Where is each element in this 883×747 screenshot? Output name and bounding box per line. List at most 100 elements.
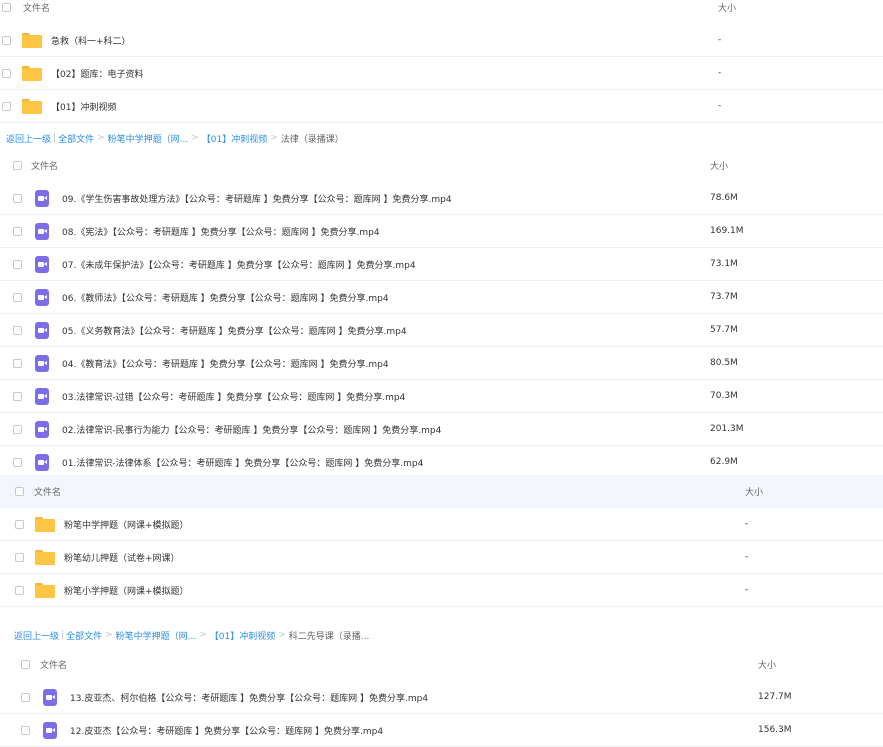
file-name[interactable]: 12.皮亚杰【公众号：考研题库 】免费分享【公众号：题库网 】免费分享.mp4	[70, 724, 758, 737]
breadcrumb: 返回上一级 | 全部文件 > 粉笔中学押题（网... > 【01】冲刺视频 > …	[0, 620, 883, 650]
list-item[interactable]: 02.法律常识-民事行为能力【公众号：考研题库 】免费分享【公众号：题库网 】免…	[0, 413, 883, 446]
file-size: 80.5M	[710, 358, 738, 368]
video-file-icon	[43, 721, 57, 739]
file-name[interactable]: 05.《义务教育法》【公众号：考研题库 】免费分享【公众号：题库网 】免费分享.…	[62, 324, 710, 337]
column-size-header[interactable]: 大小	[718, 1, 883, 14]
crumb-separator: >	[97, 133, 105, 143]
file-name[interactable]: 【02】题库：电子资料	[51, 67, 718, 80]
row-checkbox[interactable]	[2, 35, 11, 45]
file-name[interactable]: 09.《学生伤害事故处理方法》【公众号：考研题库 】免费分享【公众号：题库网 】…	[62, 192, 710, 205]
file-size: 73.7M	[710, 292, 738, 302]
column-size-header[interactable]: 大小	[745, 485, 883, 498]
crumb-separator: >	[270, 133, 278, 143]
file-size: 78.6M	[710, 193, 738, 203]
list-item[interactable]: 粉笔幼儿押题（试卷+网课） -	[0, 541, 883, 574]
list-item[interactable]: 【01】冲刺视频 -	[0, 90, 883, 123]
file-name[interactable]: 04.《教育法》【公众号：考研题库 】免费分享【公众号：题库网 】免费分享.mp…	[62, 357, 710, 370]
list-item[interactable]: 05.《义务教育法》【公众号：考研题库 】免费分享【公众号：题库网 】免费分享.…	[0, 314, 883, 347]
file-name[interactable]: 08.《宪法》【公众号：考研题库 】免费分享【公众号：题库网 】免费分享.mp4	[62, 225, 710, 238]
folder-icon	[22, 65, 42, 81]
column-name-header[interactable]: 文件名	[34, 485, 745, 498]
list-item[interactable]: 12.皮亚杰【公众号：考研题库 】免费分享【公众号：题库网 】免费分享.mp4 1…	[0, 714, 883, 747]
select-all-checkbox[interactable]	[15, 487, 24, 496]
list-item[interactable]: 13.皮亚杰、柯尔伯格【公众号：考研题库 】免费分享【公众号：题库网 】免费分享…	[0, 681, 883, 714]
file-size: -	[718, 68, 722, 78]
crumb-folder-link[interactable]: 【01】冲刺视频	[202, 132, 267, 145]
row-checkbox[interactable]	[13, 358, 22, 368]
list-header: 文件名 大小	[0, 475, 883, 508]
back-link[interactable]: 返回上一级	[14, 629, 59, 642]
file-name[interactable]: 02.法律常识-民事行为能力【公众号：考研题库 】免费分享【公众号：题库网 】免…	[62, 423, 710, 436]
video-file-icon	[35, 288, 49, 306]
list-item[interactable]: 【02】题库：电子资料 -	[0, 57, 883, 90]
list-item[interactable]: 04.《教育法》【公众号：考研题库 】免费分享【公众号：题库网 】免费分享.mp…	[0, 347, 883, 380]
crumb-separator: >	[199, 630, 207, 640]
file-size: -	[745, 552, 749, 562]
row-checkbox[interactable]	[13, 292, 22, 302]
column-size-header[interactable]: 大小	[758, 658, 883, 671]
all-files-link[interactable]: 全部文件	[58, 132, 94, 145]
row-checkbox[interactable]	[13, 391, 22, 401]
column-name-header[interactable]: 文件名	[23, 1, 718, 14]
file-name[interactable]: 06.《教师法》【公众号：考研题库 】免费分享【公众号：题库网 】免费分享.mp…	[62, 291, 710, 304]
row-checkbox[interactable]	[13, 325, 22, 335]
file-list-panel-4: 文件名 大小 13.皮亚杰、柯尔伯格【公众号：考研题库 】免费分享【公众号：题库…	[0, 648, 883, 747]
file-list-panel-3: 文件名 大小 粉笔中学押题（网课+模拟题） - 粉笔幼儿押题（试卷+网课） - …	[0, 475, 883, 607]
select-all-checkbox[interactable]	[21, 660, 30, 669]
video-file-icon	[35, 222, 49, 240]
file-size: 201.3M	[710, 424, 744, 434]
file-name[interactable]: 13.皮亚杰、柯尔伯格【公众号：考研题库 】免费分享【公众号：题库网 】免费分享…	[70, 691, 758, 704]
list-item[interactable]: 粉笔中学押题（网课+模拟题） -	[0, 508, 883, 541]
file-name[interactable]: 急救（科一+科二）	[51, 34, 718, 47]
all-files-link[interactable]: 全部文件	[66, 629, 102, 642]
row-checkbox[interactable]	[13, 193, 22, 203]
folder-name[interactable]: 粉笔幼儿押题（试卷+网课）	[64, 551, 745, 564]
file-name[interactable]: 【01】冲刺视频	[51, 100, 718, 113]
crumb-folder-link[interactable]: 粉笔中学押题（网...	[108, 132, 189, 145]
row-checkbox[interactable]	[15, 552, 24, 562]
folder-name[interactable]: 粉笔中学押题（网课+模拟题）	[64, 518, 745, 531]
file-name[interactable]: 03.法律常识-过错【公众号：考研题库 】免费分享【公众号：题库网 】免费分享.…	[62, 390, 710, 403]
list-item[interactable]: 09.《学生伤害事故处理方法》【公众号：考研题库 】免费分享【公众号：题库网 】…	[0, 182, 883, 215]
column-name-header[interactable]: 文件名	[40, 658, 758, 671]
row-checkbox[interactable]	[13, 424, 22, 434]
crumb-folder-link[interactable]: 【01】冲刺视频	[210, 629, 275, 642]
column-size-header[interactable]: 大小	[710, 159, 883, 172]
video-file-icon	[43, 688, 57, 706]
list-item[interactable]: 07.《未成年保护法》【公众号：考研题库 】免费分享【公众号：题库网 】免费分享…	[0, 248, 883, 281]
column-name-header[interactable]: 文件名	[31, 159, 710, 172]
folder-name[interactable]: 粉笔小学押题（网课+模拟题）	[64, 584, 745, 597]
video-file-icon	[35, 255, 49, 273]
file-size: 70.3M	[710, 391, 738, 401]
crumb-current: 科二先导课（录播...	[288, 631, 370, 642]
row-checkbox[interactable]	[15, 585, 24, 595]
file-name[interactable]: 01.法律常识-法律体系【公众号：考研题库 】免费分享【公众号：题库网 】免费分…	[62, 456, 710, 469]
crumb-folder-link[interactable]: 粉笔中学押题（网...	[116, 629, 197, 642]
list-item[interactable]: 03.法律常识-过错【公众号：考研题库 】免费分享【公众号：题库网 】免费分享.…	[0, 380, 883, 413]
list-item[interactable]: 急救（科一+科二） -	[0, 24, 883, 57]
file-size: 169.1M	[710, 226, 744, 236]
file-size: 62.9M	[710, 457, 738, 467]
video-file-icon	[35, 420, 49, 438]
crumb-separator: >	[191, 133, 199, 143]
select-all-checkbox[interactable]	[13, 161, 22, 170]
select-all-checkbox[interactable]	[2, 3, 11, 12]
list-item[interactable]: 06.《教师法》【公众号：考研题库 】免费分享【公众号：题库网 】免费分享.mp…	[0, 281, 883, 314]
row-checkbox[interactable]	[21, 692, 30, 702]
row-checkbox[interactable]	[13, 226, 22, 236]
list-item[interactable]: 08.《宪法》【公众号：考研题库 】免费分享【公众号：题库网 】免费分享.mp4…	[0, 215, 883, 248]
row-checkbox[interactable]	[2, 101, 11, 111]
back-link[interactable]: 返回上一级	[6, 132, 51, 145]
row-checkbox[interactable]	[15, 519, 24, 529]
row-checkbox[interactable]	[13, 457, 22, 467]
list-item[interactable]: 粉笔小学押题（网课+模拟题） -	[0, 574, 883, 607]
list-header: 文件名 大小	[0, 0, 883, 24]
row-checkbox[interactable]	[2, 68, 11, 78]
video-file-icon	[35, 387, 49, 405]
row-checkbox[interactable]	[13, 259, 22, 269]
file-name[interactable]: 07.《未成年保护法》【公众号：考研题库 】免费分享【公众号：题库网 】免费分享…	[62, 258, 710, 271]
row-checkbox[interactable]	[21, 725, 30, 735]
crumb-separator: >	[105, 630, 113, 640]
folder-icon	[35, 516, 55, 532]
file-size: 73.1M	[710, 259, 738, 269]
